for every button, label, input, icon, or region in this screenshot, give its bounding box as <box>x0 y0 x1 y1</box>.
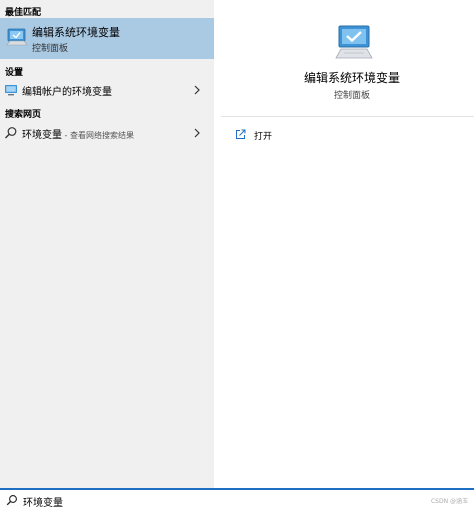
section-header-best-match: 最佳匹配 <box>5 8 42 18</box>
results-pane: 最佳匹配 编辑系统环境变量 控制面板 设置 编辑帐户的环境变量 搜索网页 环境变… <box>0 0 214 488</box>
monitor-icon <box>5 85 17 96</box>
monitor-check-icon <box>335 25 373 59</box>
web-item-label: 环境变量 - 查看网络搜索结果 <box>22 126 134 141</box>
monitor-check-icon <box>6 28 28 46</box>
section-header-settings: 设置 <box>5 68 24 78</box>
open-label: 打开 <box>254 132 273 142</box>
search-bar[interactable]: 环境变量 CSDN @涵玉 <box>0 488 474 509</box>
result-web-search[interactable]: 环境变量 - 查看网络搜索结果 <box>0 121 214 145</box>
open-external-icon <box>236 129 246 139</box>
result-settings-account-env[interactable]: 编辑帐户的环境变量 <box>0 78 214 102</box>
section-header-web: 搜索网页 <box>5 110 42 120</box>
open-action[interactable]: 打开 <box>231 126 431 144</box>
best-match-title: 编辑系统环境变量 <box>32 26 120 39</box>
preview-title: 编辑系统环境变量 <box>303 71 400 85</box>
web-item-query: 环境变量 <box>22 130 62 141</box>
result-best-match[interactable]: 编辑系统环境变量 控制面板 <box>0 18 214 59</box>
chevron-right-icon[interactable] <box>193 127 201 139</box>
preview-subtitle: 控制面板 <box>333 91 370 101</box>
search-icon <box>6 495 17 506</box>
preview-pane: 编辑系统环境变量 控制面板 打开 <box>221 6 474 488</box>
search-input[interactable]: 环境变量 <box>23 494 63 509</box>
search-icon <box>5 127 17 139</box>
web-item-suffix: - 查看网络搜索结果 <box>62 131 134 140</box>
watermark: CSDN @涵玉 <box>430 498 468 505</box>
settings-item-label: 编辑帐户的环境变量 <box>22 87 112 98</box>
chevron-right-icon[interactable] <box>193 84 201 96</box>
preview-divider <box>221 116 474 117</box>
best-match-subtitle: 控制面板 <box>32 44 69 54</box>
